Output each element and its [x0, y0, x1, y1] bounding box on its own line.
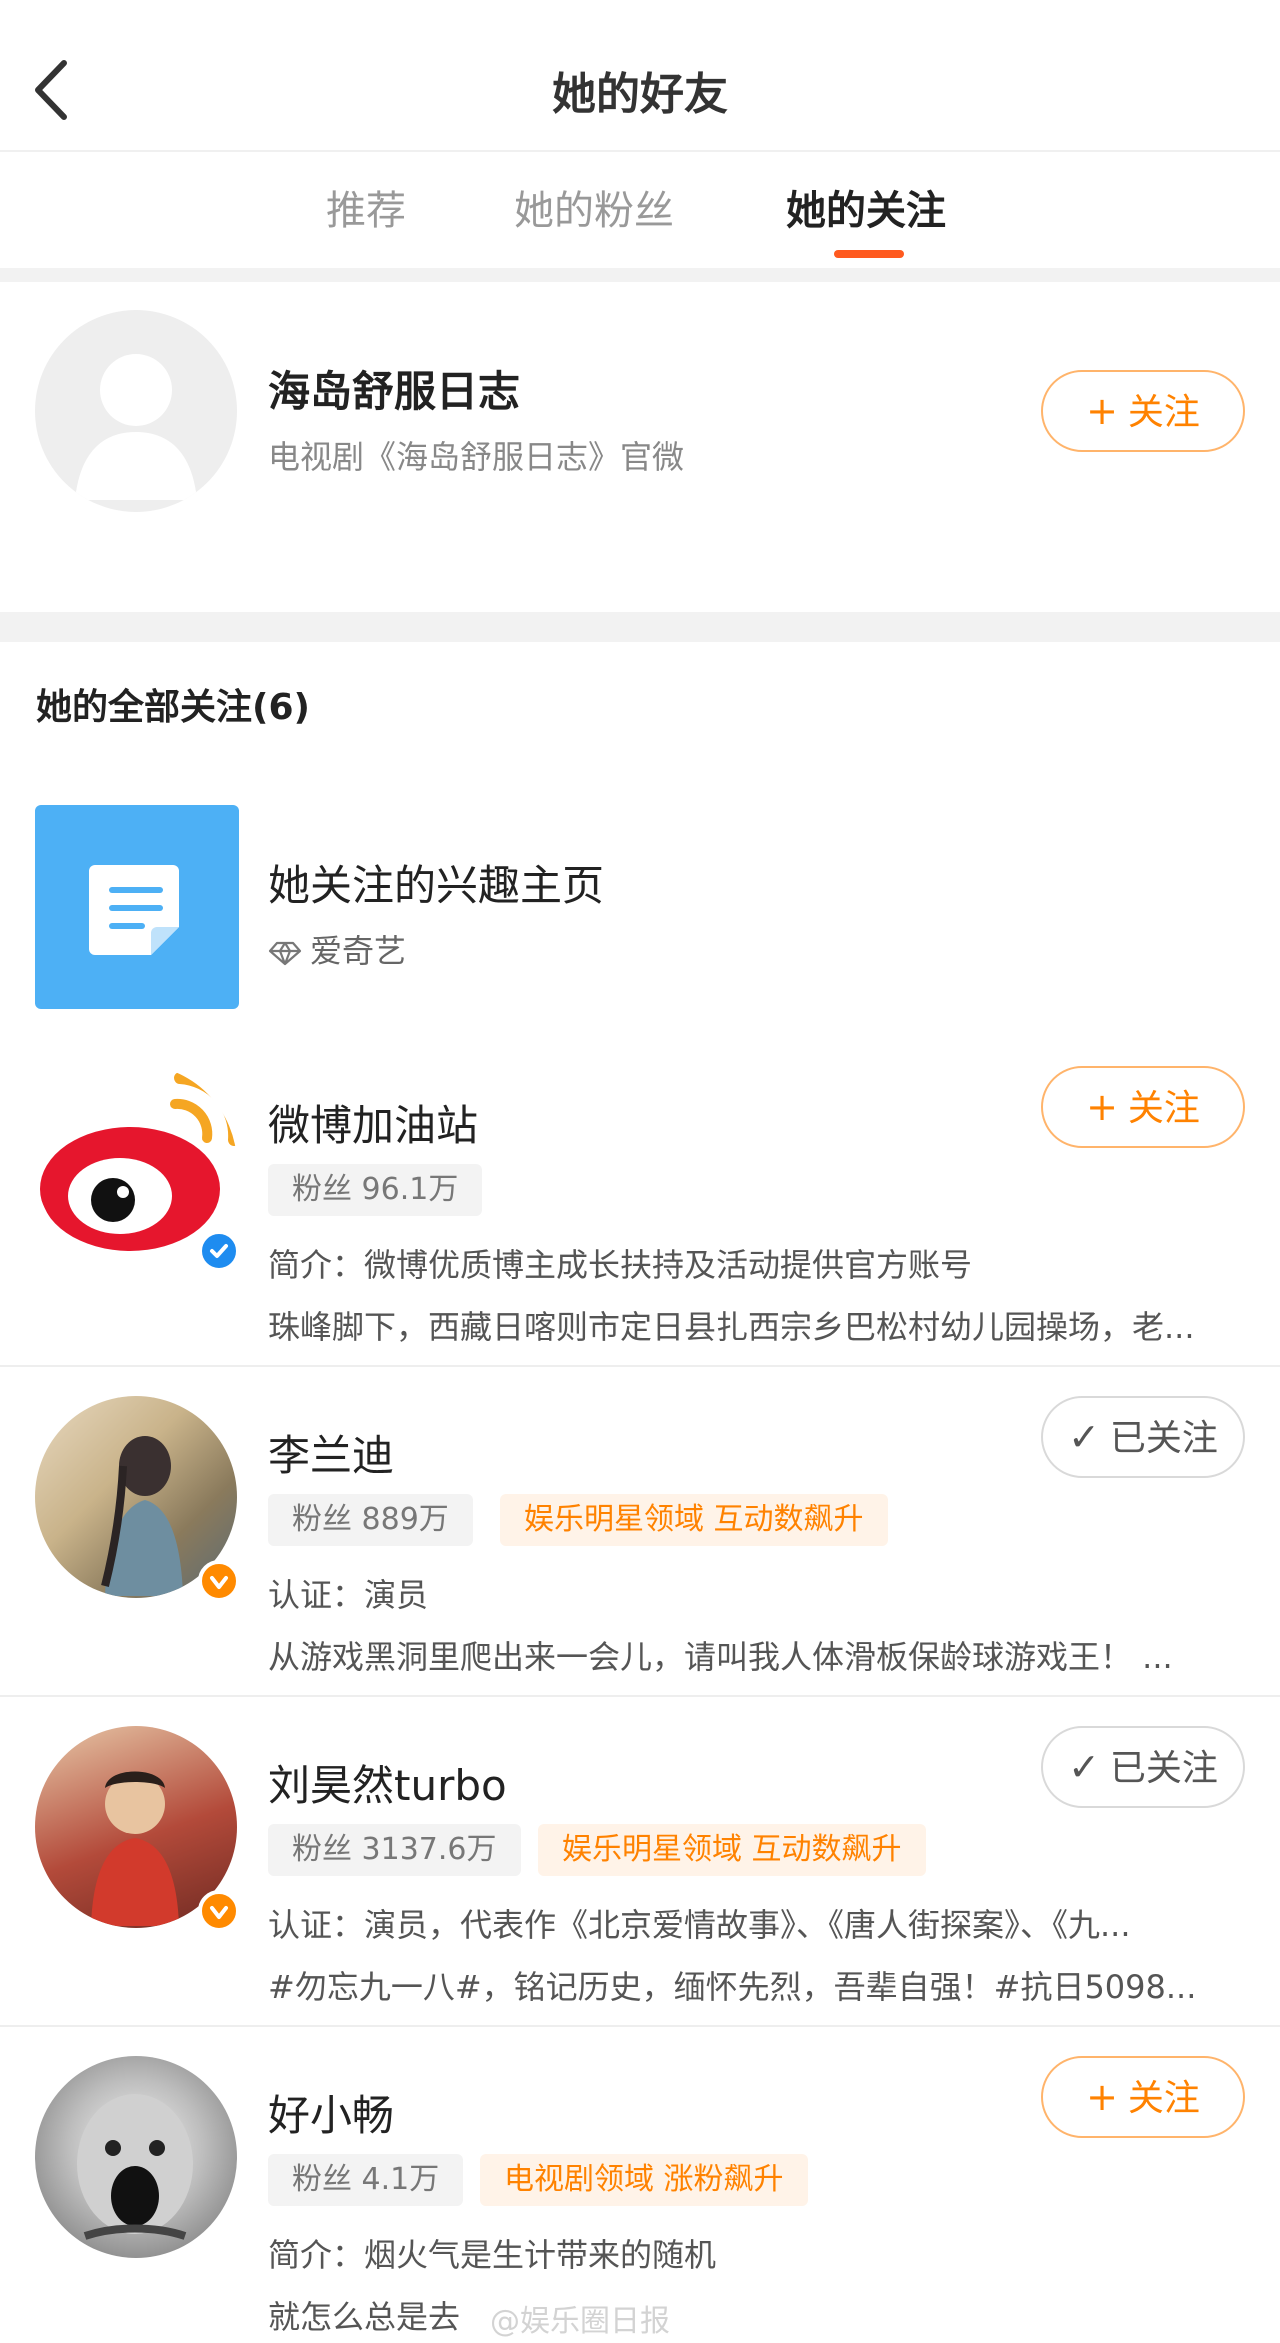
section-divider [0, 268, 1280, 282]
verified-badge-icon [198, 1890, 240, 1932]
trend-tag: 娱乐明星领域 互动数飙升 [500, 1494, 888, 1546]
tab-bar: 推荐 她的粉丝 她的关注 [0, 152, 1280, 268]
follow-label: 已关注 [1109, 1418, 1218, 1459]
followed-button[interactable]: ✓ 已关注 [1041, 1396, 1245, 1478]
user-latest-post[interactable]: 珠峰脚下，西藏日喀则市定日县扎西宗乡巴松村幼儿园操场，老... [268, 1302, 1233, 1348]
user-name[interactable]: 刘昊然turbo [268, 1752, 507, 1813]
followed-button[interactable]: ✓ 已关注 [1041, 1726, 1245, 1808]
default-user-icon [75, 354, 197, 500]
interest-page-title[interactable]: 她关注的兴趣主页 [268, 852, 604, 913]
user-intro: 简介：微博优质博主成长扶持及活动提供官方账号 [268, 1246, 973, 1284]
interest-page-icon[interactable] [35, 805, 239, 1009]
featured-name[interactable]: 海岛舒服日志 [268, 358, 520, 419]
watermark: @娱乐圈日报 [490, 2304, 670, 2339]
user-avatar[interactable] [35, 2056, 237, 2258]
trend-tag: 电视剧领域 涨粉飙升 [480, 2154, 808, 2206]
page-title: 她的好友 [552, 69, 728, 120]
checkmark-icon: ✓ [1068, 1745, 1100, 1789]
verified-badge-icon [198, 1230, 240, 1272]
featured-description: 电视剧《海岛舒服日志》官微 [268, 438, 685, 476]
tab-her-following[interactable]: 她的关注 [786, 178, 946, 236]
all-following-title: 她的全部关注(6) [36, 687, 310, 728]
plus-icon: + [1086, 389, 1118, 433]
top-bar: 她的好友 [0, 0, 1280, 152]
featured-follow-button[interactable]: + 关注 [1041, 370, 1245, 452]
user-latest-post[interactable]: 就怎么总是去 [268, 2292, 460, 2338]
user-latest-post[interactable]: 从游戏黑洞里爬出来一会儿，请叫我人体滑板保龄球游戏王！ ... [268, 1632, 1233, 1678]
row-divider [0, 1365, 1280, 1367]
user-latest-post[interactable]: #勿忘九一八#，铭记历史，缅怀先烈，吾辈自强！#抗日5098... [268, 1962, 1233, 2008]
follow-label: 关注 [1127, 392, 1200, 433]
user-intro: 简介：烟火气是生计带来的随机 [268, 2236, 717, 2274]
user-verification: 认证：演员，代表作《北京爱情故事》、《唐人街探案》、《九... [268, 1906, 1131, 1944]
featured-avatar[interactable] [35, 310, 237, 512]
follow-label: 关注 [1127, 1088, 1200, 1129]
diamond-icon [268, 941, 302, 966]
follow-button[interactable]: + 关注 [1041, 1066, 1245, 1148]
row-divider [0, 1695, 1280, 1697]
row-divider [0, 2025, 1280, 2027]
tab-recommend[interactable]: 推荐 [326, 178, 406, 236]
verified-badge-icon [198, 1560, 240, 1602]
section-divider [0, 612, 1280, 642]
fans-count: 粉丝 96.1万 [268, 1164, 483, 1216]
document-icon [89, 865, 179, 955]
fans-count: 粉丝 889万 [268, 1494, 473, 1546]
follow-label: 已关注 [1109, 1748, 1218, 1789]
fans-count: 粉丝 3137.6万 [268, 1824, 521, 1876]
user-verification: 认证：演员 [268, 1576, 429, 1614]
plus-icon: + [1086, 2075, 1118, 2119]
interest-source-label: 爱奇艺 [310, 932, 407, 970]
follow-button[interactable]: + 关注 [1041, 2056, 1245, 2138]
user-name[interactable]: 微博加油站 [268, 1092, 478, 1153]
trend-tag: 娱乐明星领域 互动数飙升 [538, 1824, 926, 1876]
active-tab-indicator [834, 250, 904, 258]
plus-icon: + [1086, 1085, 1118, 1129]
follow-label: 关注 [1127, 2078, 1200, 2119]
checkmark-icon: ✓ [1068, 1415, 1100, 1459]
seal-photo-icon [77, 2094, 193, 2240]
tab-her-fans[interactable]: 她的粉丝 [514, 178, 674, 236]
interest-source: 爱奇艺 [268, 926, 406, 972]
user-name[interactable]: 李兰迪 [268, 1422, 394, 1483]
fans-count: 粉丝 4.1万 [268, 2154, 464, 2206]
user-name[interactable]: 好小畅 [268, 2082, 394, 2143]
